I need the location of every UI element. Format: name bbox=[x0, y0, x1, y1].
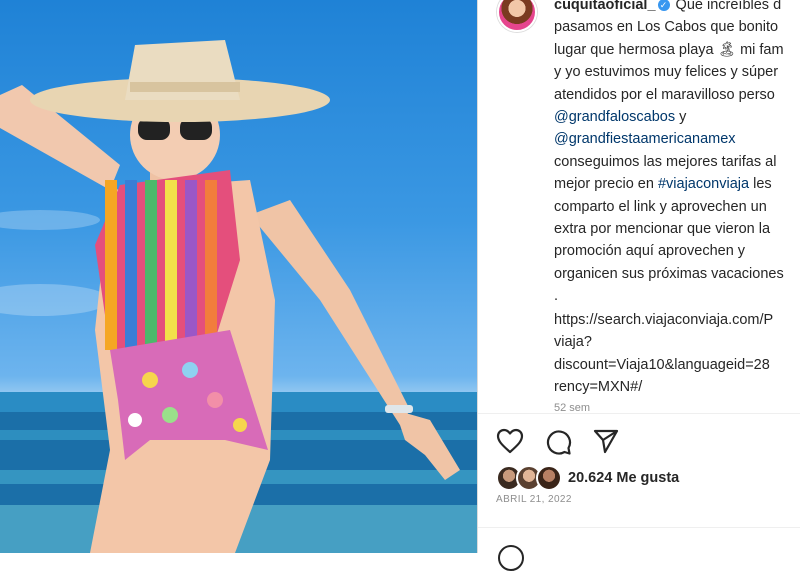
comment-icon[interactable] bbox=[544, 428, 572, 456]
avatar[interactable] bbox=[497, 0, 537, 32]
caption-url[interactable]: https://search.viajaconviaja.com/P viaja… bbox=[554, 309, 800, 399]
post-photo[interactable] bbox=[0, 0, 477, 553]
action-bar bbox=[496, 428, 620, 456]
caption-line: . bbox=[554, 288, 559, 305]
hashtag-link[interactable]: #viajaconviaja bbox=[658, 176, 749, 192]
liker-avatar bbox=[536, 465, 562, 491]
heart-icon[interactable] bbox=[496, 428, 524, 454]
mention-link[interactable]: @grandfaloscabos bbox=[554, 109, 675, 125]
beach-photo-illustration bbox=[0, 40, 477, 553]
mention-link[interactable]: @grandfiestaamericanamex bbox=[554, 131, 736, 147]
caption-line: organicen sus próximas vacaciones bbox=[554, 265, 784, 282]
post-date: ABRIL 21, 2022 bbox=[496, 494, 572, 505]
time-ago: 52 sem bbox=[554, 402, 591, 411]
caption-line: promoción aquí aprovechen y bbox=[554, 243, 746, 260]
username-link[interactable]: cuquitaoficial_ bbox=[554, 0, 656, 13]
caption-line: extra por mencionar que vieron la bbox=[554, 221, 771, 238]
divider bbox=[478, 413, 800, 414]
caption-line: lugar que hermosa playa 🏝 mi fam bbox=[554, 41, 784, 58]
send-icon[interactable] bbox=[592, 428, 620, 454]
verified-badge-icon: ✓ bbox=[657, 0, 670, 11]
caption-line: conseguimos las mejores tarifas al bbox=[554, 153, 777, 170]
likes-row[interactable]: 20.624 Me gusta bbox=[496, 465, 679, 491]
post-sidebar: cuquitaoficial_ ✓ Que increíbles d pasamo… bbox=[477, 0, 800, 571]
likes-count[interactable]: 20.624 Me gusta bbox=[568, 470, 679, 486]
emoji-icon[interactable] bbox=[498, 545, 524, 571]
caption-line: comparto el link y aprovechen un bbox=[554, 198, 767, 215]
caption-line: pasamos en Los Cabos que bonito bbox=[554, 19, 779, 36]
caption-line: atendidos por el maravilloso perso bbox=[554, 86, 775, 103]
post-caption: cuquitaoficial_ ✓ Que increíbles d pasamo… bbox=[554, 0, 800, 308]
caption-line: y yo estuvimos muy felices y súper bbox=[554, 64, 779, 81]
divider bbox=[478, 527, 800, 528]
